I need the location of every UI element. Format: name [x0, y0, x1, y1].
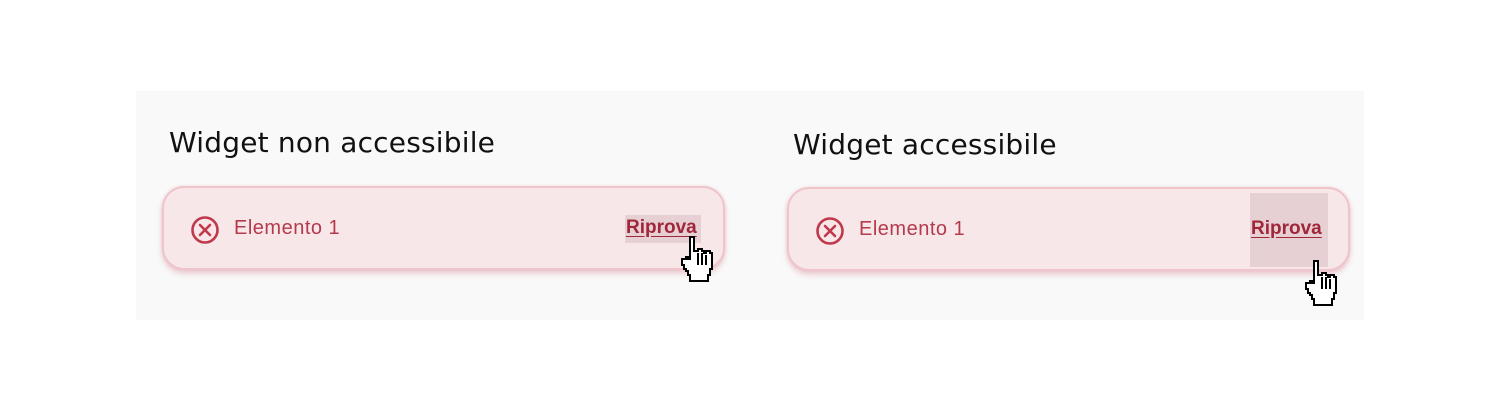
error-circle-x-icon [816, 217, 844, 245]
retry-button[interactable]: Riprova [1251, 218, 1322, 240]
hand-pointer-cursor-icon [681, 236, 713, 282]
widget-non-accessible: Elemento 1 Riprova [162, 186, 725, 270]
hand-pointer-cursor-icon [1305, 260, 1337, 306]
item-label: Elemento 1 [859, 218, 966, 240]
heading-non-accessible: Widget non accessibile [169, 126, 496, 159]
widget-accessible: Elemento 1 Riprova [787, 187, 1350, 271]
item-label: Elemento 1 [234, 217, 341, 239]
error-circle-x-icon [191, 216, 219, 244]
heading-accessible: Widget accessibile [793, 128, 1057, 161]
